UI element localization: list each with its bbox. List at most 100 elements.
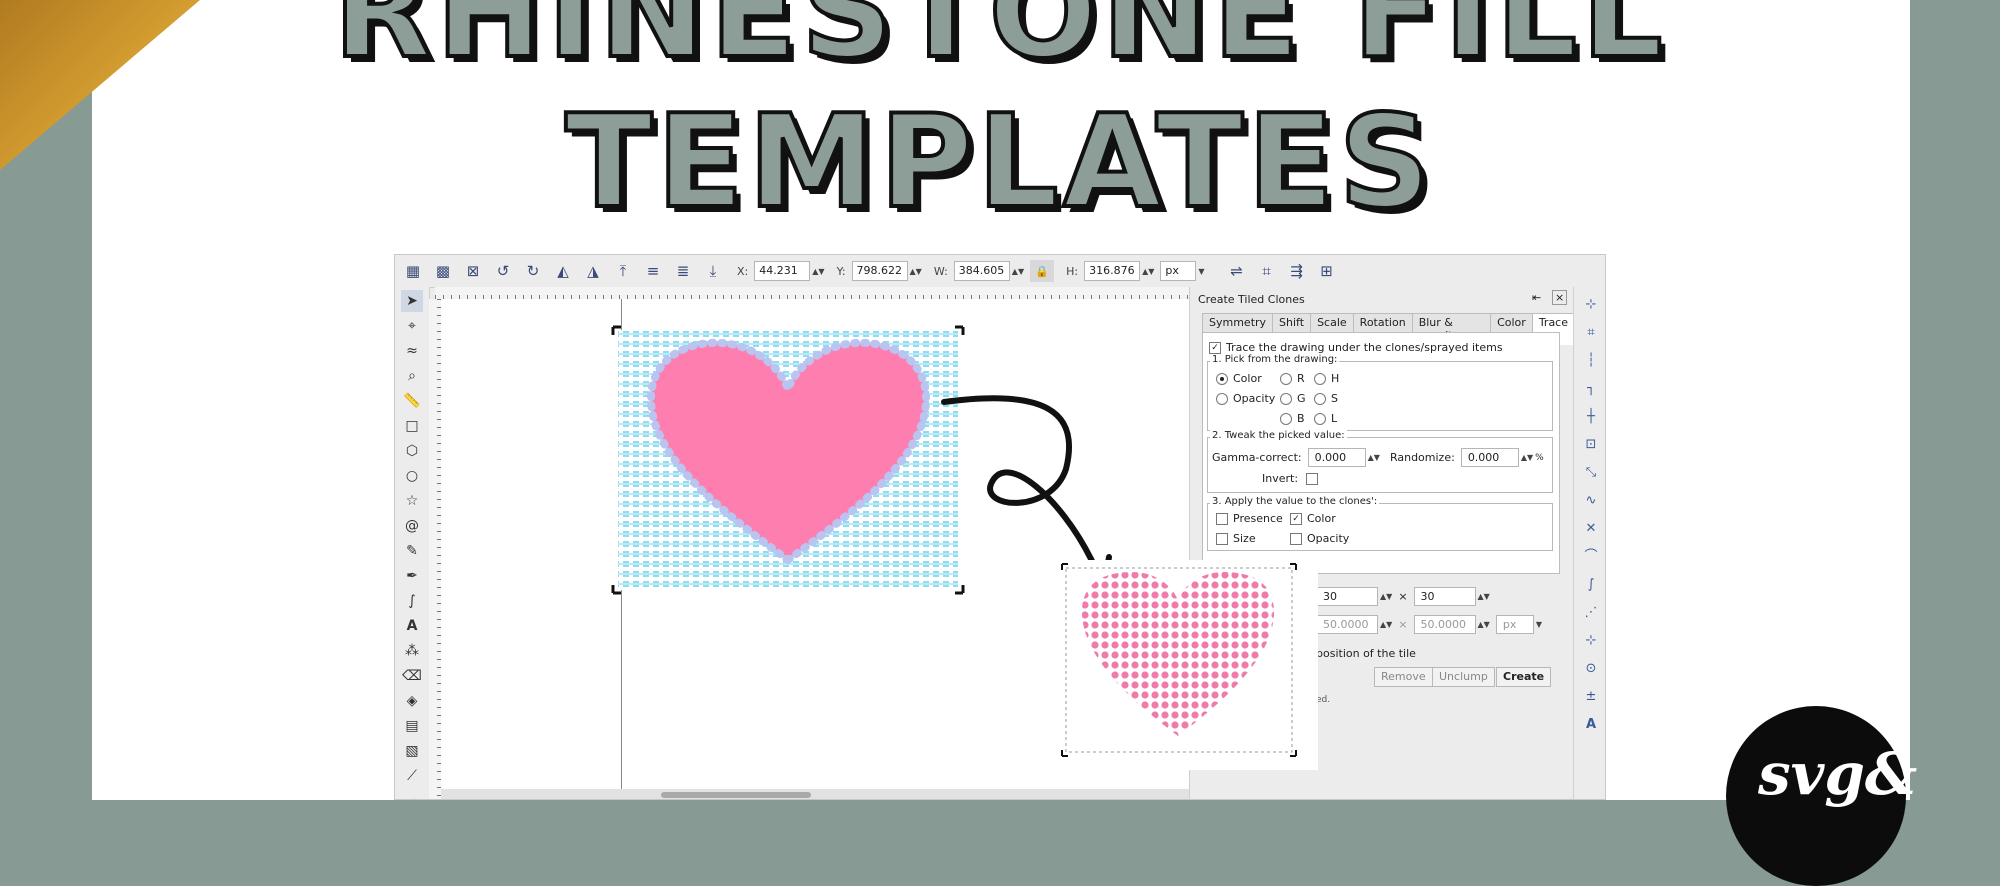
snap-enable-icon[interactable]: ⊹: [1581, 295, 1601, 315]
cols-input[interactable]: 30: [1413, 587, 1476, 606]
dialog-dock-icon[interactable]: ⇤: [1532, 291, 1541, 304]
snap-smooth-icon[interactable]: ∫: [1581, 575, 1601, 595]
snap-bbox-edge-icon[interactable]: ┆: [1581, 351, 1601, 371]
apply-presence-checkbox[interactable]: [1216, 512, 1228, 525]
pick-opacity-radio[interactable]: [1216, 392, 1228, 405]
dialog-close-icon[interactable]: ×: [1552, 290, 1568, 305]
scale-corners-icon[interactable]: ⌗: [1255, 260, 1279, 282]
unclump-button[interactable]: Unclump: [1432, 667, 1495, 687]
create-button[interactable]: Create: [1496, 667, 1552, 687]
width-spinner-icon[interactable]: ▲▼: [1380, 620, 1392, 629]
connector-tool-icon[interactable]: ⤳: [401, 790, 423, 799]
y-spinner-icon[interactable]: ▲▼: [910, 267, 922, 276]
mesh-tool-icon[interactable]: ▧: [401, 740, 423, 762]
gamma-spinner-icon[interactable]: ▲▼: [1368, 453, 1380, 462]
h-spinner-icon[interactable]: ▲▼: [1142, 267, 1154, 276]
apply-opacity-checkbox[interactable]: [1290, 532, 1302, 545]
move-gradients-icon[interactable]: ⇶: [1285, 260, 1309, 282]
select-all-icon[interactable]: ▦: [401, 260, 425, 282]
snap-text-baseline-icon[interactable]: A: [1581, 715, 1601, 735]
deselect-icon[interactable]: ⊠: [461, 260, 485, 282]
snap-bbox-corner-icon[interactable]: ┐: [1581, 379, 1601, 399]
spiral-tool-icon[interactable]: @: [401, 515, 423, 537]
calligraphy-tool-icon[interactable]: ∫: [401, 590, 423, 612]
invert-checkbox[interactable]: [1306, 472, 1319, 485]
snap-midpoint-icon[interactable]: ⋰: [1581, 603, 1601, 623]
pen-tool-icon[interactable]: ✒: [401, 565, 423, 587]
node-tool-icon[interactable]: ⌖: [401, 315, 423, 337]
height-input[interactable]: 50.0000: [1413, 615, 1476, 634]
raise-icon[interactable]: ≡: [641, 260, 665, 282]
star-tool-icon[interactable]: ☆: [401, 490, 423, 512]
pick-r-radio[interactable]: [1280, 372, 1292, 385]
pick-b-radio[interactable]: [1280, 412, 1292, 425]
pick-g-radio[interactable]: [1280, 392, 1292, 405]
y-input[interactable]: 798.622: [851, 261, 908, 281]
ellipse-tool-icon[interactable]: ○: [401, 465, 423, 487]
scale-stroke-icon[interactable]: ⇌: [1225, 260, 1249, 282]
text-tool-icon[interactable]: A: [401, 615, 423, 637]
zoom-tool-icon[interactable]: ⌕: [401, 365, 423, 387]
trace-checkbox[interactable]: ✓: [1209, 341, 1221, 354]
dropper-tool-icon[interactable]: ⟋: [401, 765, 423, 787]
flip-horizontal-icon[interactable]: ◭: [551, 260, 575, 282]
gamma-input[interactable]: 0.000: [1307, 448, 1366, 467]
x-spinner-icon[interactable]: ▲▼: [812, 267, 824, 276]
spray-tool-icon[interactable]: ⁂: [401, 640, 423, 662]
snap-center-icon[interactable]: ⊙: [1581, 659, 1601, 679]
remove-button[interactable]: Remove: [1374, 667, 1433, 687]
x-input[interactable]: 44.231: [754, 261, 811, 281]
paint-bucket-tool-icon[interactable]: ◈: [401, 690, 423, 712]
apply-size-checkbox[interactable]: [1216, 532, 1228, 545]
snap-intersection-icon[interactable]: ✕: [1581, 519, 1601, 539]
size-unit-select[interactable]: px: [1495, 615, 1534, 634]
rows-spinner-icon[interactable]: ▲▼: [1380, 592, 1392, 601]
unit-select[interactable]: px: [1160, 261, 1197, 281]
horizontal-scroll-thumb[interactable]: [661, 792, 811, 798]
toolbox: ➤ ⌖ ≈ ⌕ 📏 □ ⬡ ○ ☆ @ ✎ ✒ ∫ A ⁂ ⌫ ◈ ▤ ▧ ⟋ …: [395, 287, 430, 799]
rectangle-tool-icon[interactable]: □: [401, 415, 423, 437]
pick-s-radio[interactable]: [1314, 392, 1326, 405]
move-patterns-icon[interactable]: ⊞: [1315, 260, 1339, 282]
3d-box-tool-icon[interactable]: ⬡: [401, 440, 423, 462]
h-input[interactable]: 316.876: [1084, 261, 1141, 281]
eraser-tool-icon[interactable]: ⌫: [401, 665, 423, 687]
snap-nodes-icon[interactable]: ⤡: [1581, 463, 1601, 483]
w-spinner-icon[interactable]: ▲▼: [1012, 267, 1024, 276]
lock-ratio-icon[interactable]: 🔒: [1030, 260, 1055, 282]
snap-path-icon[interactable]: ∿: [1581, 491, 1601, 511]
horizontal-scrollbar[interactable]: [441, 789, 1271, 799]
select-all-layers-icon[interactable]: ▩: [431, 260, 455, 282]
lower-to-bottom-icon[interactable]: ⤓: [701, 260, 725, 282]
snap-rotation-center-icon[interactable]: ±: [1581, 687, 1601, 707]
randomize-input[interactable]: 0.000: [1460, 448, 1519, 467]
pick-color-radio[interactable]: [1216, 372, 1228, 385]
raise-to-top-icon[interactable]: ⤒: [611, 260, 635, 282]
flip-vertical-icon[interactable]: ◮: [581, 260, 605, 282]
rows-input[interactable]: 30: [1316, 587, 1378, 606]
apply-color-checkbox[interactable]: ✓: [1290, 512, 1302, 525]
snap-bbox-midpoint-icon[interactable]: ┼: [1581, 407, 1601, 427]
snap-others-icon[interactable]: ⊹: [1581, 631, 1601, 651]
size-unit-dropdown-icon[interactable]: ▼: [1536, 620, 1542, 629]
snap-bbox-center-icon[interactable]: ⊡: [1581, 435, 1601, 455]
selector-tool-icon[interactable]: ➤: [401, 290, 423, 312]
rhinestone-heart-artwork[interactable]: [1060, 560, 1318, 770]
gradient-tool-icon[interactable]: ▤: [401, 715, 423, 737]
pick-l-radio[interactable]: [1314, 412, 1326, 425]
width-input[interactable]: 50.0000: [1316, 615, 1378, 634]
unit-dropdown-icon[interactable]: ▼: [1198, 267, 1204, 276]
lower-icon[interactable]: ≣: [671, 260, 695, 282]
pick-h-radio[interactable]: [1314, 372, 1326, 385]
cols-spinner-icon[interactable]: ▲▼: [1478, 592, 1490, 601]
tweak-tool-icon[interactable]: ≈: [401, 340, 423, 362]
snap-cusp-icon[interactable]: ⌒: [1581, 547, 1601, 567]
randomize-spinner-icon[interactable]: ▲▼: [1521, 453, 1533, 462]
snap-bbox-icon[interactable]: ⌗: [1581, 323, 1601, 343]
pencil-tool-icon[interactable]: ✎: [401, 540, 423, 562]
w-input[interactable]: 384.605: [953, 261, 1010, 281]
rotate-ccw-icon[interactable]: ↺: [491, 260, 515, 282]
rotate-cw-icon[interactable]: ↻: [521, 260, 545, 282]
height-spinner-icon[interactable]: ▲▼: [1478, 620, 1490, 629]
measure-tool-icon[interactable]: 📏: [401, 390, 423, 412]
